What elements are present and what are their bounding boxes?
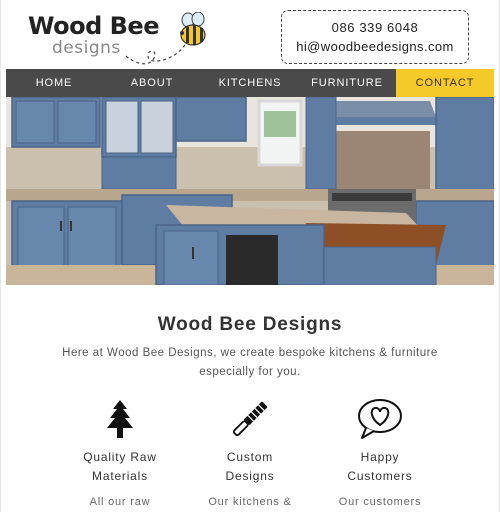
main-nav: HOME ABOUT KITCHENS FURNITURE CONTACT	[6, 69, 494, 97]
feature-happy-customers: Happy Customers Our customers	[320, 398, 440, 508]
feature-title-line1: Custom	[226, 450, 274, 464]
heart-speech-bubble-icon	[358, 399, 402, 439]
contact-box: 086 339 6048 hi@woodbeedesigns.com	[281, 10, 469, 64]
nav-item-furniture[interactable]: FURNITURE	[298, 69, 396, 97]
feature-title: Quality Raw Materials	[60, 448, 180, 486]
feature-title: Happy Customers	[320, 448, 440, 486]
contact-email[interactable]: hi@woodbeedesigns.com	[282, 39, 468, 54]
feature-custom-designs: Custom Designs Our kitchens &	[190, 398, 310, 508]
feature-title-line2: Materials	[92, 469, 148, 483]
site-header: Wood Bee designs 086 339 6048 hi@woodbee…	[0, 0, 500, 68]
nav-item-kitchens[interactable]: KITCHENS	[202, 69, 298, 97]
intro-title: Wood Bee Designs	[157, 314, 343, 335]
feature-title-line1: Quality Raw	[83, 450, 157, 464]
tree-icon	[107, 400, 133, 438]
feature-text: All our raw	[89, 496, 151, 508]
nav-item-home[interactable]: HOME	[6, 69, 102, 97]
feature-title-line1: Happy	[360, 450, 400, 464]
feature-title-line2: Customers	[347, 469, 413, 483]
feature-text: Our customers	[338, 496, 422, 508]
contact-phone[interactable]: 086 339 6048	[282, 20, 468, 35]
feature-quality-materials: Quality Raw Materials All our raw	[60, 398, 180, 508]
nav-item-contact[interactable]: CONTACT	[396, 69, 494, 97]
logo-subtitle: designs	[52, 38, 121, 58]
site-logo[interactable]: Wood Bee designs	[28, 8, 218, 66]
hero-kitchen-image	[6, 97, 494, 285]
intro-text: Here at Wood Bee Designs, we create besp…	[62, 347, 438, 378]
feature-title-line2: Designs	[225, 469, 275, 483]
bee-icon	[180, 12, 206, 46]
feature-title: Custom Designs	[190, 448, 310, 486]
feature-text: Our kitchens &	[208, 496, 292, 508]
rasp-file-icon	[232, 401, 268, 437]
nav-item-about[interactable]: ABOUT	[102, 69, 202, 97]
